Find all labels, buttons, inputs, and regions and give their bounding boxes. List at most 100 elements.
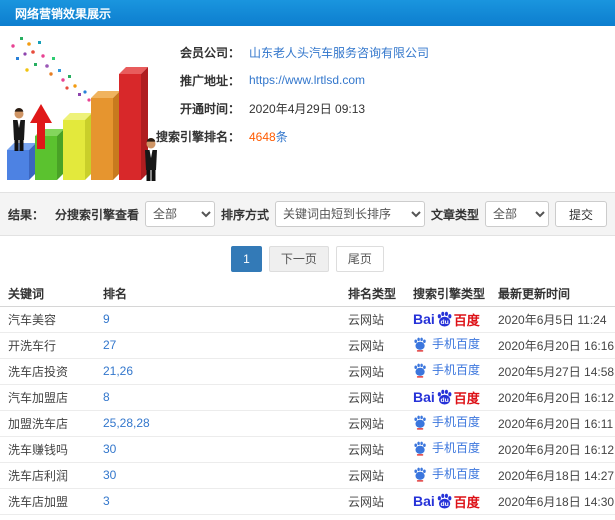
mobile-baidu-label: 手机百度 (432, 441, 481, 456)
baidu-logo: Bai du 百度 (413, 492, 480, 511)
baidu-logo: Bai du 百度 (413, 310, 480, 329)
header-updated: 最新更新时间 (490, 281, 615, 307)
mobile-baidu-logo: 手机百度 (413, 335, 480, 352)
article-type-label: 文章类型 (430, 207, 479, 222)
table-row: 汽车美容 9 云网站 Bai du 百度 2020年6月5日 11:24 (0, 306, 615, 333)
baidu-logo-latin: Bai (413, 493, 435, 509)
rank-type-cell: 云网站 (340, 410, 405, 437)
baidu-logo-cn: 百度 (453, 390, 480, 406)
mobile-baidu-label: 手机百度 (432, 415, 481, 430)
rank-link[interactable]: 3 (95, 488, 340, 515)
mobile-baidu-label: 手机百度 (432, 467, 481, 482)
rank-link[interactable]: 9 (95, 306, 340, 333)
pagination-page-1[interactable]: 1 (231, 246, 262, 272)
mobile-baidu-paw-icon (414, 467, 426, 482)
rank-type-cell: 云网站 (340, 488, 405, 515)
header-engine-type: 搜索引擎类型 (405, 281, 490, 307)
table-row: 洗车店加盟 3 云网站 Bai du 百度 2020年6月18日 14:30 (0, 488, 615, 515)
baidu-logo-cn: 百度 (453, 312, 480, 328)
company-name-link[interactable]: 山东老人头汽车服务咨询有限公司 (249, 44, 429, 61)
pagination-next-button[interactable]: 下一页 (268, 246, 329, 272)
engine-type-cell: Bai du 百度 (405, 384, 490, 411)
updated-time-cell: 2020年5月27日 14:58 (490, 358, 615, 385)
keyword-cell: 汽车美容 (0, 306, 95, 333)
updated-time-cell: 2020年6月20日 16:12 (490, 436, 615, 463)
keyword-cell: 开洗车行 (0, 332, 95, 359)
mobile-baidu-label: 手机百度 (432, 363, 481, 378)
engine-type-cell: 手机百度 (405, 332, 490, 359)
bar-orange (91, 91, 120, 180)
rank-link[interactable]: 27 (95, 332, 340, 359)
baidu-logo-cn: 百度 (453, 494, 480, 510)
mobile-baidu-paw-icon (414, 415, 426, 430)
updated-time-cell: 2020年6月18日 14:30 (490, 488, 615, 515)
submit-button[interactable]: 提交 (554, 201, 607, 227)
promo-url-link[interactable]: https://www.lrtlsd.com (249, 73, 365, 87)
svg-text:du: du (440, 396, 448, 403)
header-rank-type: 排名类型 (340, 281, 405, 307)
header-rank: 排名 (95, 281, 340, 307)
rank-link[interactable]: 30 (95, 436, 340, 463)
rank-count-unit: 条 (275, 129, 288, 144)
sort-mode-select[interactable]: 关键词由短到长排序 (274, 201, 425, 227)
updated-time-cell: 2020年6月20日 16:12 (490, 384, 615, 411)
keyword-cell: 汽车加盟店 (0, 384, 95, 411)
rank-link[interactable]: 30 (95, 462, 340, 489)
rank-link[interactable]: 25,28,28 (95, 410, 340, 437)
rank-link[interactable]: 21,26 (95, 358, 340, 385)
baidu-paw-icon: du (437, 389, 452, 405)
baidu-paw-icon: du (437, 311, 452, 327)
updated-time-cell: 2020年6月20日 16:11 (490, 410, 615, 437)
table-row: 开洗车行 27 云网站 手机百度 2020年6月20日 16:16 (0, 332, 615, 359)
pagination-last-button[interactable]: 尾页 (335, 246, 384, 272)
table-row: 汽车加盟店 8 云网站 Bai du 百度 2020年6月20日 16:12 (0, 384, 615, 411)
table-row: 洗车赚钱吗 30 云网站 手机百度 2020年6月20日 16:12 (0, 436, 615, 463)
filter-controls: 分搜索引擎查看 全部 排序方式 关键词由短到长排序 文章类型 全部 提交 (55, 201, 607, 227)
baidu-paw-icon: du (437, 493, 452, 509)
filter-bar: 结果： 分搜索引擎查看 全部 排序方式 关键词由短到长排序 文章类型 全部 提交 (0, 192, 615, 236)
article-type-select[interactable]: 全部 (484, 201, 549, 227)
engine-type-cell: Bai du 百度 (405, 306, 490, 333)
table-row: 加盟洗车店 25,28,28 云网站 手机百度 2020年6月20日 16:11 (0, 410, 615, 437)
rank-count-number: 4648 (249, 129, 276, 144)
keyword-cell: 洗车赚钱吗 (0, 436, 95, 463)
results-table-body: 汽车美容 9 云网站 Bai du 百度 2020年6月5日 11:24 开洗车行 27 云网站… (0, 306, 615, 515)
rank-link[interactable]: 8 (95, 384, 340, 411)
mobile-baidu-logo: 手机百度 (413, 361, 480, 378)
baidu-logo-latin: Bai (413, 389, 435, 405)
page-title: 网络营销效果展示 (15, 6, 112, 21)
engine-filter-label: 分搜索引擎查看 (54, 207, 139, 222)
engine-type-cell: 手机百度 (405, 358, 490, 385)
mobile-baidu-logo: 手机百度 (413, 413, 480, 430)
bar-yellow (63, 113, 92, 180)
mobile-baidu-label: 手机百度 (432, 337, 481, 352)
keyword-cell: 洗车店加盟 (0, 488, 95, 515)
pagination: 1 下一页 尾页 (0, 236, 615, 281)
bar-red (119, 67, 148, 180)
growth-chart-illustration (7, 37, 157, 181)
businessman-right (145, 138, 157, 181)
results-table: 关键词 排名 排名类型 搜索引擎类型 最新更新时间 汽车美容 9 云网站 Bai du… (0, 281, 615, 515)
result-label: 结果： (8, 207, 45, 222)
updated-time-cell: 2020年6月5日 11:24 (490, 306, 615, 333)
open-time-value: 2020年4月29日 09:13 (249, 101, 366, 116)
keyword-cell: 洗车店利润 (0, 462, 95, 489)
window-titlebar: 网络营销效果展示 (0, 0, 615, 26)
baidu-logo-latin: Bai (413, 311, 435, 327)
table-row: 洗车店利润 30 云网站 手机百度 2020年6月18日 14:27 (0, 462, 615, 489)
member-info-panel: 会员公司： 山东老人头汽车服务咨询有限公司 推广地址： https://www.… (0, 26, 615, 192)
rank-type-cell: 云网站 (340, 462, 405, 489)
keyword-cell: 加盟洗车店 (0, 410, 95, 437)
mobile-baidu-paw-icon (414, 337, 426, 352)
engine-type-cell: 手机百度 (405, 410, 490, 437)
engine-filter-select[interactable]: 全部 (144, 201, 215, 227)
keyword-cell: 洗车店投资 (0, 358, 95, 385)
mobile-baidu-paw-icon (414, 441, 426, 456)
rank-type-cell: 云网站 (340, 306, 405, 333)
svg-text:du: du (440, 318, 448, 325)
table-header-row: 关键词 排名 排名类型 搜索引擎类型 最新更新时间 (0, 281, 615, 307)
mobile-baidu-logo: 手机百度 (413, 439, 480, 456)
rank-type-cell: 云网站 (340, 358, 405, 385)
rank-type-cell: 云网站 (340, 332, 405, 359)
sort-mode-label: 排序方式 (220, 207, 269, 222)
